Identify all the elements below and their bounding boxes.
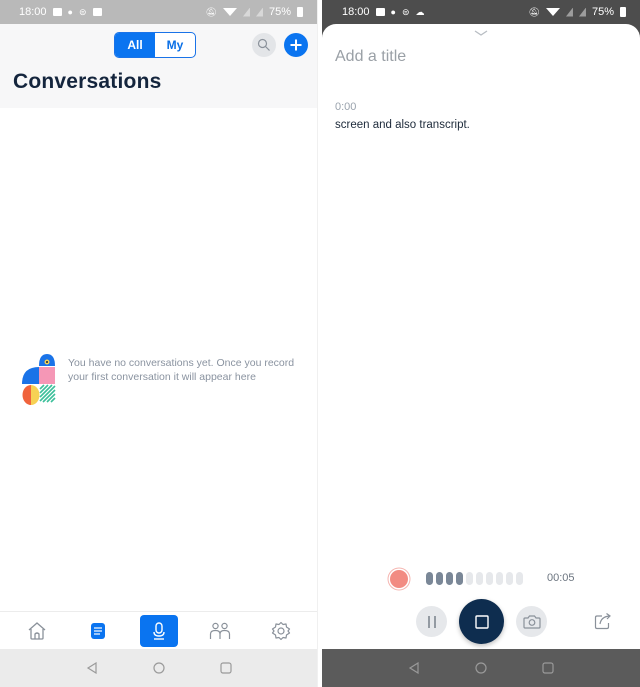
back-icon[interactable] <box>86 662 98 674</box>
no-sim-icon <box>565 7 573 17</box>
empty-state: You have no conversations yet. Once you … <box>22 354 298 406</box>
no-sim-icon <box>578 7 586 17</box>
recording-status-row: 00:05 <box>322 568 640 590</box>
image-icon <box>92 8 102 16</box>
people-icon <box>210 622 231 639</box>
mute-icon: 🔕︎ <box>205 6 217 17</box>
search-button[interactable] <box>252 33 276 57</box>
stop-button[interactable] <box>459 599 504 644</box>
empty-state-illustration-icon <box>22 354 56 405</box>
stop-icon <box>474 614 489 629</box>
no-sim-icon <box>255 7 263 17</box>
gear-icon <box>272 621 291 640</box>
pause-icon <box>427 615 436 628</box>
wifi-icon <box>222 8 237 16</box>
status-bar: 18:00 ● ⊜ ☁ 🔕︎ 75% <box>322 0 640 24</box>
wifi-icon <box>545 8 560 16</box>
gmail-icon <box>375 8 385 16</box>
transcript-text: screen and also transcript. <box>335 119 470 131</box>
nav-record[interactable] <box>139 614 178 647</box>
mute-icon: 🔕︎ <box>528 6 540 17</box>
recents-icon[interactable] <box>219 662 232 674</box>
audio-level-bar <box>426 572 433 585</box>
camera-icon <box>522 615 541 629</box>
microphone-icon <box>153 621 165 640</box>
title-input[interactable] <box>335 48 625 66</box>
filter-toggle: All My <box>114 32 196 58</box>
system-navigation-bar <box>322 649 640 687</box>
elapsed-time: 00:05 <box>547 572 575 584</box>
audio-level-meter <box>426 572 523 585</box>
audio-level-bar <box>506 572 513 585</box>
evernote-icon: ● <box>390 6 396 17</box>
conversation-list: You have no conversations yet. Once you … <box>0 108 317 611</box>
empty-state-message: You have no conversations yet. Once you … <box>68 357 295 383</box>
plus-icon <box>290 39 302 51</box>
system-navigation-bar <box>0 649 317 687</box>
gmail-icon <box>52 8 62 16</box>
filter-my-button[interactable]: My <box>155 33 195 57</box>
recording-indicator-icon <box>390 570 408 588</box>
conversations-header: All My Conversations <box>0 24 317 108</box>
page-title: Conversations <box>13 70 162 93</box>
battery-icon <box>620 7 626 17</box>
audio-level-bar <box>466 572 473 585</box>
home-circle-icon[interactable] <box>475 662 487 674</box>
audio-level-bar <box>446 572 453 585</box>
nav-home[interactable] <box>18 615 56 647</box>
collapse-chevron-icon[interactable] <box>474 30 488 36</box>
conversations-screen: 18:00 ● ⊜ 🔕︎ 75% All My Conversations Yo… <box>0 0 318 687</box>
audio-level-bar <box>436 572 443 585</box>
nav-conversations[interactable] <box>79 615 117 647</box>
sync-icon: ⊜ <box>78 6 87 17</box>
recording-sheet: 0:00 screen and also transcript. 00:05 <box>322 24 640 649</box>
nav-groups[interactable] <box>201 615 239 647</box>
status-bar: 18:00 ● ⊜ 🔕︎ 75% <box>0 0 317 24</box>
battery-percent: 75% <box>591 6 614 18</box>
add-conversation-button[interactable] <box>284 33 308 57</box>
share-button[interactable] <box>592 610 614 632</box>
back-icon[interactable] <box>408 662 420 674</box>
camera-button[interactable] <box>516 606 547 637</box>
sync-icon: ⊜ <box>401 6 410 17</box>
filter-all-button[interactable]: All <box>115 33 155 57</box>
status-time: 18:00 <box>19 6 47 18</box>
audio-level-bar <box>456 572 463 585</box>
nav-settings[interactable] <box>262 615 300 647</box>
audio-level-bar <box>486 572 493 585</box>
search-icon <box>257 38 270 51</box>
pause-button[interactable] <box>416 606 447 637</box>
bottom-navigation <box>0 611 317 649</box>
recording-screen: 18:00 ● ⊜ ☁ 🔕︎ 75% 0:00 screen and also … <box>322 0 640 687</box>
notes-icon <box>90 622 105 639</box>
status-time: 18:00 <box>342 6 370 18</box>
transcript-timestamp[interactable]: 0:00 <box>335 101 356 113</box>
recents-icon[interactable] <box>542 662 554 674</box>
cloud-upload-icon: ☁ <box>415 6 425 17</box>
evernote-icon: ● <box>67 6 73 17</box>
share-icon <box>594 613 611 630</box>
audio-level-bar <box>476 572 483 585</box>
home-circle-icon[interactable] <box>152 662 165 674</box>
no-sim-icon <box>242 7 250 17</box>
audio-level-bar <box>516 572 523 585</box>
home-icon <box>28 621 46 640</box>
battery-percent: 75% <box>268 6 291 18</box>
audio-level-bar <box>496 572 503 585</box>
battery-icon <box>297 7 303 17</box>
recording-controls <box>322 599 640 648</box>
